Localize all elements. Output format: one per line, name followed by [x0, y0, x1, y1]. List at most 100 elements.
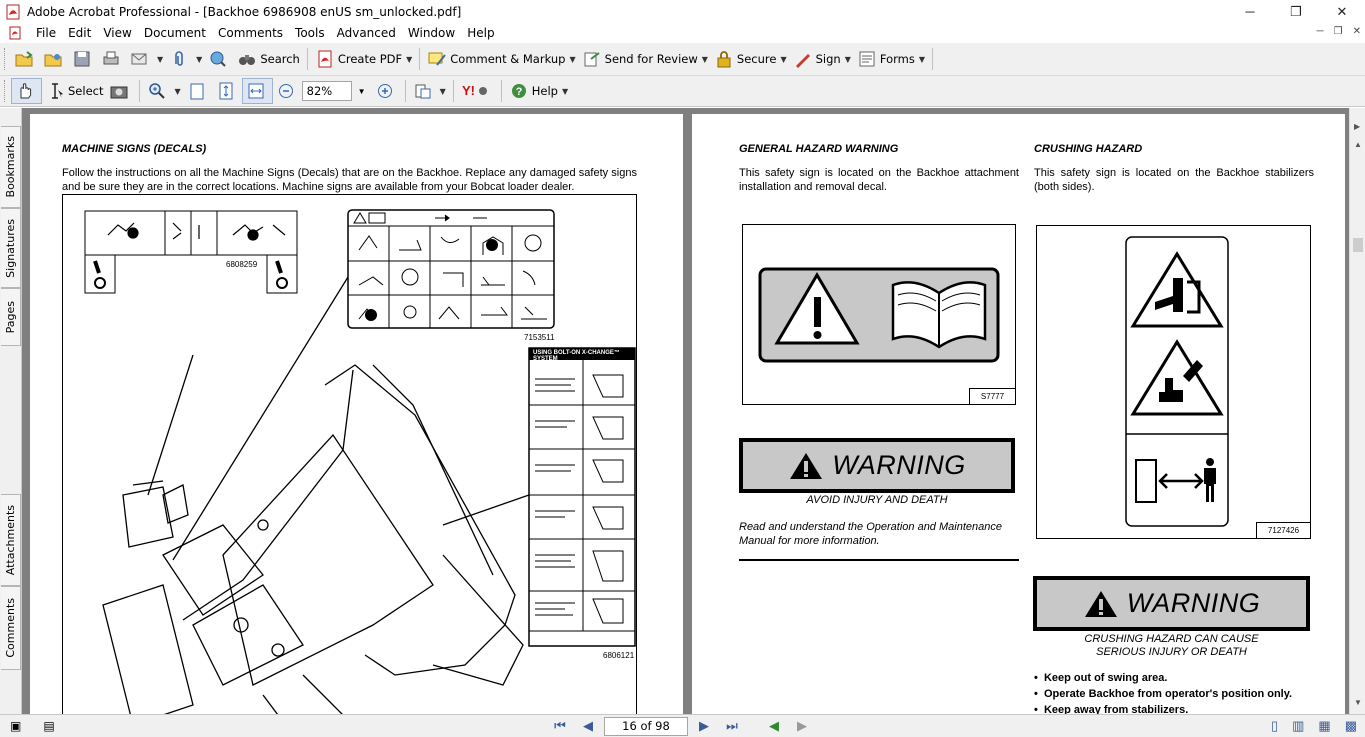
toolbar-grip[interactable] — [4, 80, 7, 102]
previous-view-icon[interactable]: ◀ — [762, 716, 786, 736]
print-button[interactable] — [98, 46, 127, 72]
actual-size-button[interactable] — [184, 78, 213, 104]
next-page-arrow-icon[interactable]: ▶ — [1354, 122, 1360, 131]
svg-text:Y!: Y! — [462, 83, 475, 98]
document-viewport[interactable]: MACHINE SIGNS (DECALS) Follow the instru… — [22, 108, 1349, 714]
email-button[interactable]: ▼ — [127, 46, 166, 72]
attach-button[interactable]: ▼ — [166, 46, 205, 72]
yahoo-toolbar-button[interactable]: Y! — [458, 78, 497, 104]
menu-help[interactable]: Help — [461, 26, 500, 40]
create-pdf-label: Create PDF — [337, 52, 403, 66]
fit-page-button[interactable] — [213, 78, 242, 104]
open-button[interactable] — [11, 46, 40, 72]
document-options-icon[interactable]: ▤ — [43, 719, 54, 733]
facing-icon[interactable]: ▦ — [1318, 718, 1330, 734]
decal-title: USING BOLT-ON X-CHANGE™ SYSTEM — [533, 350, 620, 362]
yahoo-search-icon: Y! — [462, 83, 487, 98]
first-page-icon[interactable]: ⏮ — [548, 716, 572, 736]
zoom-in-tool-button[interactable]: ▼ — [144, 78, 183, 104]
warning-banner: WARNING — [1033, 576, 1310, 631]
menu-view[interactable]: View — [97, 26, 137, 40]
hand-tool-button[interactable] — [11, 78, 42, 104]
menu-tools[interactable]: Tools — [289, 26, 331, 40]
tab-signatures[interactable]: Signatures — [1, 208, 21, 288]
web-search-button[interactable] — [205, 46, 234, 72]
backhoe-decal-figure: 6808259 7153511 6806121 USING BOLT-ON X-… — [62, 194, 637, 714]
chevron-down-icon[interactable]: ▼ — [562, 87, 568, 96]
organizer-button[interactable] — [40, 46, 69, 72]
chevron-down-icon[interactable]: ▼ — [440, 87, 446, 96]
menu-file[interactable]: File — [30, 26, 62, 40]
menu-comments[interactable]: Comments — [212, 26, 289, 40]
chevron-down-icon[interactable]: ▼ — [196, 55, 202, 64]
chevron-down-icon[interactable]: ▼ — [174, 87, 180, 96]
zoom-in-button[interactable] — [372, 78, 401, 104]
toolbar-grip[interactable] — [4, 48, 7, 70]
tab-pages[interactable]: Pages — [1, 288, 21, 346]
doc-close-icon[interactable]: ✕ — [1353, 26, 1361, 37]
doc-restore-icon[interactable]: ❐ — [1334, 26, 1343, 37]
scroll-up-arrow-icon[interactable]: ▲ — [1354, 140, 1362, 149]
comment-markup-button[interactable]: Comment & Markup ▼ — [424, 46, 578, 72]
menu-document[interactable]: Document — [138, 26, 212, 40]
select-tool-button[interactable]: Select — [42, 78, 106, 104]
close-button[interactable]: ✕ — [1319, 0, 1365, 23]
zoom-out-icon — [278, 84, 293, 98]
zoom-out-button[interactable] — [273, 78, 302, 104]
sign-label: Sign — [815, 52, 841, 66]
page-layout-icon[interactable]: ▣ — [10, 719, 21, 733]
tab-bookmarks[interactable]: Bookmarks — [1, 126, 21, 208]
next-view-icon[interactable]: ▶ — [790, 716, 814, 736]
rotate-view-button[interactable]: ▼ — [410, 78, 449, 104]
scroll-down-arrow-icon[interactable]: ▼ — [1354, 698, 1362, 707]
snapshot-button[interactable] — [106, 78, 135, 104]
secure-label: Secure — [736, 52, 777, 66]
save-button[interactable] — [69, 46, 98, 72]
continuous-facing-icon[interactable]: ▩ — [1345, 718, 1357, 734]
help-label: Help — [531, 84, 558, 98]
crushing-hazard-bullets: • Keep out of swing area. • Operate Back… — [1034, 670, 1324, 714]
chevron-down-icon[interactable]: ▼ — [157, 55, 163, 64]
document-icon[interactable] — [8, 26, 22, 40]
single-page-icon[interactable]: ▯ — [1271, 718, 1278, 734]
text-cursor-icon — [52, 83, 63, 99]
zoom-level-field[interactable]: 82% — [301, 81, 352, 101]
menu-edit[interactable]: Edit — [62, 26, 97, 40]
sign-button[interactable]: Sign ▼ — [790, 46, 854, 72]
toolbar-separator — [452, 80, 454, 102]
help-button[interactable]: ? Help ▼ — [506, 78, 571, 104]
menu-window[interactable]: Window — [402, 26, 461, 40]
menu-advanced[interactable]: Advanced — [331, 26, 402, 40]
create-pdf-button[interactable]: Create PDF ▼ — [312, 46, 415, 72]
scrollbar-thumb[interactable] — [1353, 238, 1363, 252]
warning-caption: AVOID INJURY AND DEATH — [806, 494, 948, 506]
read-manual-text: Read and understand the Operation and Ma… — [739, 521, 1002, 547]
warning-word: WARNING — [1126, 588, 1261, 618]
send-review-button[interactable]: Send for Review ▼ — [579, 46, 711, 72]
chevron-down-icon[interactable]: ▼ — [702, 55, 708, 64]
minimize-button[interactable]: ─ — [1227, 0, 1273, 23]
doc-minimize-icon[interactable]: ─ — [1317, 26, 1324, 37]
vertical-scrollbar[interactable]: ▶ ▲ ▼ — [1349, 108, 1365, 714]
chevron-down-icon[interactable]: ▼ — [919, 55, 925, 64]
chevron-down-icon[interactable]: ▼ — [845, 55, 851, 64]
next-page-icon[interactable]: ▶ — [692, 716, 716, 736]
chevron-down-icon[interactable]: ▼ — [406, 55, 412, 64]
fit-width-icon — [248, 83, 264, 99]
menu-bar: File Edit View Document Comments Tools A… — [0, 23, 1365, 43]
chevron-down-icon[interactable]: ▼ — [569, 55, 575, 64]
fit-width-button[interactable] — [241, 78, 273, 104]
restore-button[interactable]: ❐ — [1273, 0, 1319, 23]
last-page-icon[interactable]: ⏭ — [720, 716, 744, 736]
search-button[interactable]: Search — [234, 46, 303, 72]
continuous-icon[interactable]: ▥ — [1292, 718, 1304, 734]
lock-icon — [717, 51, 731, 68]
secure-button[interactable]: Secure ▼ — [711, 46, 790, 72]
tab-attachments[interactable]: Attachments — [1, 494, 21, 586]
chevron-down-icon[interactable]: ▼ — [780, 55, 786, 64]
zoom-dropdown-chevron-icon[interactable]: ▼ — [358, 87, 366, 96]
forms-button[interactable]: Forms ▼ — [854, 46, 928, 72]
tab-comments[interactable]: Comments — [1, 586, 21, 670]
previous-page-icon[interactable]: ◀ — [576, 716, 600, 736]
page-number-field[interactable]: 16 of 98 — [604, 716, 688, 736]
